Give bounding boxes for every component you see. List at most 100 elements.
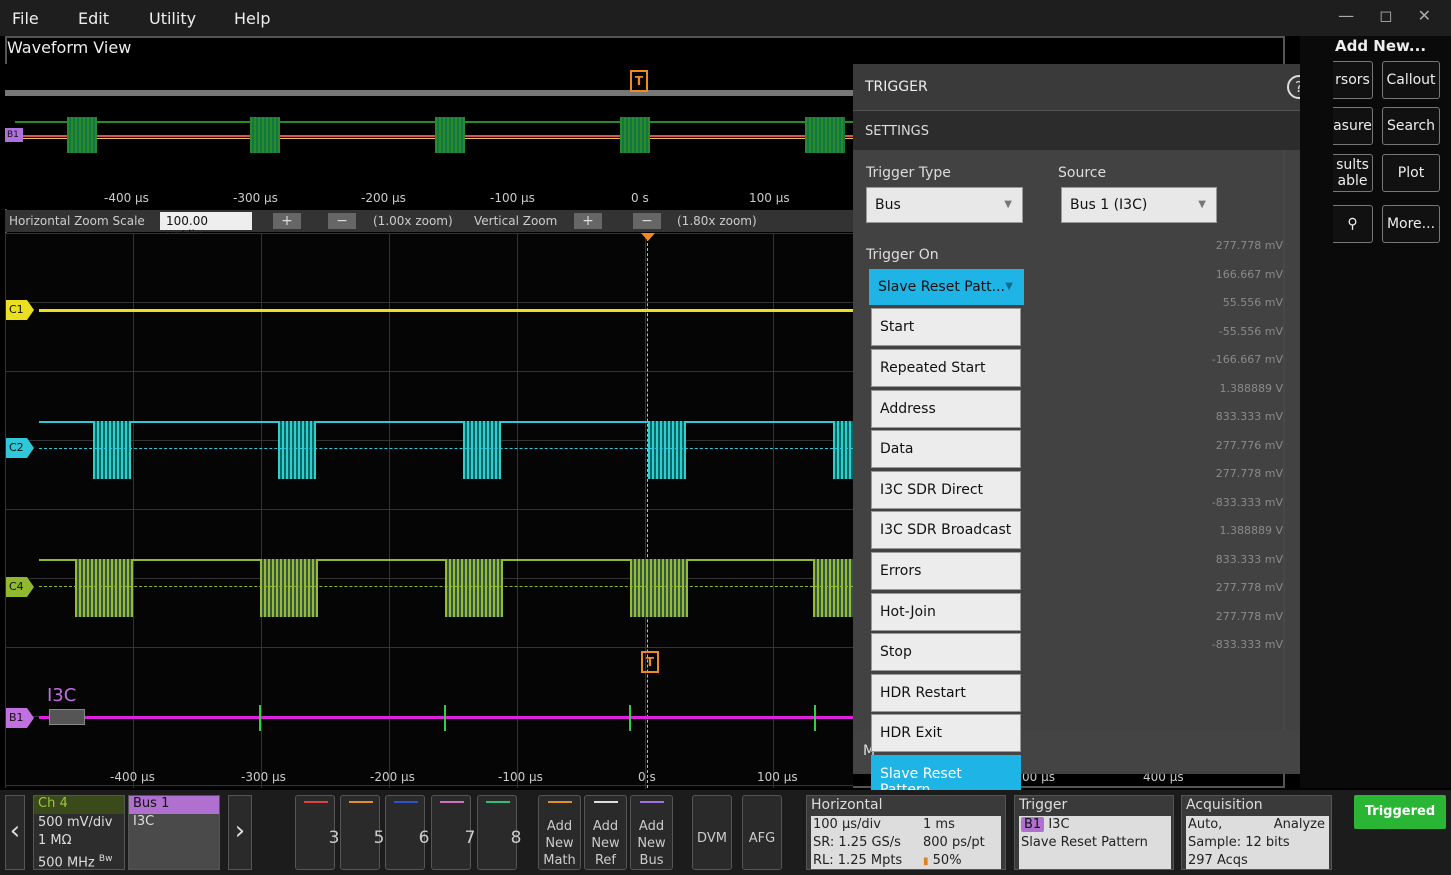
trigger-on-option-hot-join[interactable]: Hot-Join [871,593,1021,631]
trigger-badge[interactable]: Trigger B1 I3C Slave Reset Pattern [1014,795,1174,870]
bus1-badge-title: Bus 1 [129,796,219,814]
bw-limit-icon: Bw [98,854,113,864]
bus-event-mark [444,705,446,731]
trigger-on-option-start[interactable]: Start [871,308,1021,346]
ch2-trace-high [39,421,853,423]
ch4-burst [630,559,688,617]
afg-button[interactable]: AFG [742,795,782,870]
ch2-burst [648,421,686,479]
channel-3-button[interactable]: 3 [295,795,339,870]
trigger-on-option-hdr-exit[interactable]: HDR Exit [871,714,1021,752]
h-zoom-out-button[interactable]: − [328,213,356,229]
ch4-burst [813,559,853,617]
add-new-title: Add New... [1335,37,1427,55]
bus1-protocol: I3C [133,814,155,829]
menu-utility[interactable]: Utility [149,9,196,28]
channel-7-button[interactable]: 7 [431,795,475,870]
trigger-on-select[interactable]: Slave Reset Patt... ▼ [869,269,1024,305]
zoom-icon-button[interactable]: ⚲ [1333,205,1373,243]
trigger-on-option-errors[interactable]: Errors [871,552,1021,590]
measure-button[interactable]: asure [1333,107,1373,145]
trigger-on-option-address[interactable]: Address [871,390,1021,428]
ch4-burst [260,559,318,617]
trigger-on-option-slave-reset-pattern[interactable]: Slave Reset Pattern [871,755,1021,798]
v-zoom-in-button[interactable]: + [574,213,602,229]
source-select[interactable]: Bus 1 (I3C) ▼ [1061,187,1217,223]
vertical-zoom-label: Vertical Zoom [474,214,558,228]
menu-edit[interactable]: Edit [78,9,109,28]
add-new-bus-button[interactable]: Add New Bus [630,795,673,870]
window-controls[interactable]: — ◻ ✕ [1338,6,1441,25]
ch4-impedance: 1 MΩ [38,833,72,848]
trigger-on-option-repeated-start[interactable]: Repeated Start [871,349,1021,387]
magnifier-icon: ⚲ [1347,216,1358,232]
bus-label: I3C [47,685,77,706]
ch4-badge[interactable]: Ch 4 500 mV/div 1 MΩ 500 MHz Bw [33,795,125,870]
results-table-button[interactable]: sults able [1333,154,1373,192]
add-new-math-button[interactable]: Add New Math [538,795,581,870]
main-tick-label: -100 µs [498,770,543,784]
trigger-mode: Slave Reset Pattern [1021,835,1148,850]
overview-bus-tag: B1 [5,128,23,142]
right-panel: Add New... [1300,36,1451,788]
horizontal-badge[interactable]: Horizontal 100 µs/div 1 ms SR: 1.25 GS/s 8… [806,795,1006,870]
overview-burst [250,117,280,153]
trigger-on-option-sdr-broadcast[interactable]: I3C SDR Broadcast [871,511,1021,549]
trigger-on-option-hdr-restart[interactable]: HDR Restart [871,674,1021,712]
dvm-button[interactable]: DVM [692,795,732,870]
source-label: Source [1058,165,1107,181]
ch4-scale: 500 mV/div [38,815,113,830]
bus-decode-segment[interactable] [49,709,85,725]
chevron-down-icon: ▼ [1004,199,1012,210]
settings-section-header[interactable]: SETTINGS [853,110,1333,150]
menu-file[interactable]: File [12,9,39,28]
ch4-burst [445,559,503,617]
zoom-bar: Horizontal Zoom Scale 100.00 us/div + − … [5,210,853,242]
ch1-trace [39,309,853,312]
bus1-trace [39,716,853,719]
trigger-type-select[interactable]: Bus ▼ [866,187,1023,223]
ch2-burst [93,421,131,479]
callout-button[interactable]: Callout [1382,61,1440,99]
trigger-panel-title: TRIGGER [865,79,928,95]
waveform-view-title: Waveform View [7,38,132,57]
main-tick-label: -300 µs [241,770,286,784]
ch2-ground-line [39,448,853,449]
prev-badges-button[interactable]: ‹ [5,795,25,870]
ch4-burst [75,559,133,617]
channel-5-button[interactable]: 5 [340,795,384,870]
ch2-burst [278,421,316,479]
menu-help[interactable]: Help [234,9,270,28]
plot-button[interactable]: Plot [1382,154,1440,192]
bus1-badge[interactable]: Bus 1 I3C [128,795,220,870]
overview-scrollbar[interactable] [5,90,853,96]
acquisition-badge[interactable]: Acquisition Auto, Analyze Sample: 12 bits… [1181,795,1332,870]
more-button[interactable]: More... [1382,205,1440,243]
channel-8-button[interactable]: 8 [477,795,521,870]
horizontal-zoom-scale-input[interactable]: 100.00 us/div [160,212,252,242]
trigger-type-label: Trigger Type [866,165,951,181]
search-button[interactable]: Search [1382,107,1440,145]
add-new-ref-button[interactable]: Add New Ref [584,795,627,870]
main-waveform-area[interactable]: T I3C [5,233,853,788]
v-zoom-out-button[interactable]: − [633,213,661,229]
overview-burst [620,117,650,153]
acquisition-title: Acquisition [1186,797,1263,813]
bus-event-mark [629,705,631,731]
channel-6-button[interactable]: 6 [385,795,429,870]
next-badges-button[interactable]: › [228,795,252,870]
h-zoom-in-button[interactable]: + [273,213,301,229]
trigger-on-option-data[interactable]: Data [871,430,1021,468]
overview-area[interactable]: B1 T [5,64,853,209]
trigger-position-arrow[interactable] [641,233,655,241]
overview-trigger-marker[interactable]: T [630,70,648,92]
trigger-on-option-stop[interactable]: Stop [871,633,1021,671]
cursors-button[interactable]: rsors [1333,61,1373,99]
overview-tick-label: 0 s [631,191,649,205]
overview-tick-label: -300 µs [233,191,278,205]
horizontal-zoom-label: Horizontal Zoom Scale [9,214,145,228]
overview-trace-yellow [15,138,853,139]
trigger-on-option-sdr-direct[interactable]: I3C SDR Direct [871,471,1021,509]
trigger-marker[interactable]: T [641,651,659,673]
ch4-bandwidth: 500 MHz [38,855,95,871]
